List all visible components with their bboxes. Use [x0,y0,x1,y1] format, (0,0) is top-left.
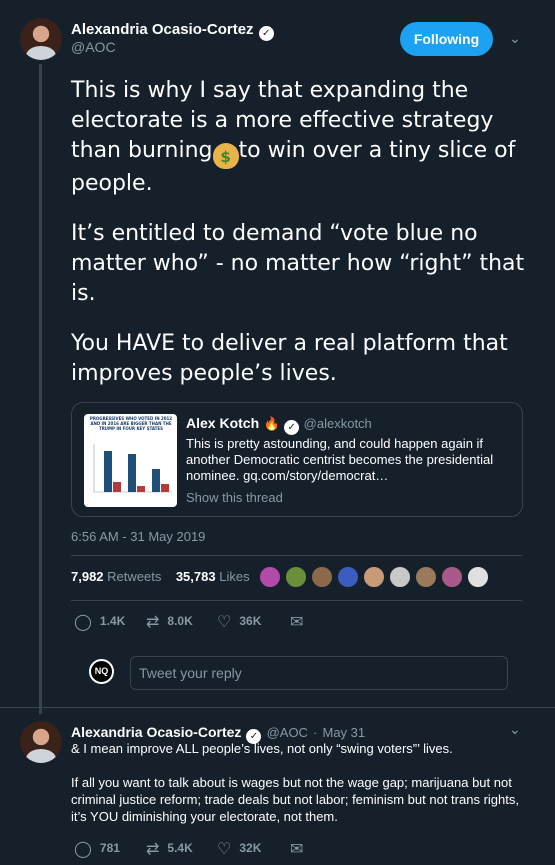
tweet-text: This is why I say that expanding the ele… [71,76,541,409]
retweets-count: 7,982 [71,569,104,584]
tweet-stats: 7,982 Retweets 35,783 Likes [71,569,250,584]
tweet-paragraph-1: This is why I say that expanding the ele… [71,76,541,199]
retweets-stat[interactable]: 7,982 Retweets [71,569,161,584]
tweet-paragraph-2: It’s entitled to demand “vote blue no ma… [71,221,532,306]
like-button[interactable]: ♡ 32K [217,839,261,859]
avatar[interactable] [20,18,62,60]
retweet-button[interactable]: ⇄ 8.0K [146,612,193,632]
verified-icon: ✓ [284,420,300,435]
envelope-icon: ✉ [290,841,304,858]
quoted-author-handle[interactable]: @alexkotch [304,416,372,431]
liker-avatar[interactable] [441,566,463,588]
reply-icon: ◯ [74,841,92,858]
reply-author-handle[interactable]: @AOC [267,725,308,740]
quoted-author-name[interactable]: Alex Kotch [186,415,259,431]
liker-avatar[interactable] [337,566,359,588]
thumbnail-chart [93,444,172,493]
liker-avatar[interactable] [467,566,489,588]
quoted-tweet-card[interactable]: PROGRESSIVES WHO VOTED IN 2012 AND IN 20… [71,402,523,517]
divider [0,707,555,708]
reply-button[interactable]: ◯ 1.4K [74,612,125,632]
quoted-tweet-text: This is pretty astounding, and could hap… [186,436,494,483]
message-button[interactable]: ✉ [290,839,311,859]
liker-avatar[interactable] [389,566,411,588]
avatar[interactable] [20,721,62,763]
fire-icon: 🔥 [263,417,280,432]
like-count: 32K [239,841,262,855]
thread-connector-line [39,64,42,714]
liker-avatar[interactable] [415,566,437,588]
message-button[interactable]: ✉ [290,612,311,632]
tweet-timestamp[interactable]: 6:56 AM - 31 May 2019 [71,529,205,544]
chevron-down-icon[interactable]: ⌄ [509,31,521,47]
user-avatar: NQ [89,659,114,684]
author-name[interactable]: Alexandria Ocasio-Cortez [71,21,254,38]
reply-button[interactable]: ◯ 781 [74,839,120,859]
separator: · [313,725,318,740]
quoted-tweet-header[interactable]: Alex Kotch 🔥 ✓ @alexkotch [186,415,372,435]
author-handle[interactable]: @AOC [71,39,116,55]
retweet-icon: ⇄ [146,841,160,858]
retweet-icon: ⇄ [146,614,160,631]
heart-icon: ♡ [217,614,232,631]
retweet-button[interactable]: ⇄ 5.4K [146,839,193,859]
heart-icon: ♡ [217,841,232,858]
reply-count: 1.4K [99,614,126,628]
reply-input[interactable] [130,656,508,690]
liker-avatar[interactable] [285,566,307,588]
retweet-count: 5.4K [167,841,193,855]
show-thread-link[interactable]: Show this thread [186,490,283,505]
retweet-count: 8.0K [167,614,193,628]
quoted-tweet-thumbnail[interactable]: PROGRESSIVES WHO VOTED IN 2012 AND IN 20… [84,414,177,507]
following-button[interactable]: Following [400,22,493,56]
reply-tweet-line-2: If all you want to talk about is wages b… [71,775,519,824]
liker-avatar[interactable] [259,566,281,588]
reply-count: 781 [99,841,120,855]
like-button[interactable]: ♡ 36K [217,612,261,632]
money-bag-icon: $ [212,143,239,169]
divider [71,600,522,601]
likes-stat[interactable]: 35,783 Likes [176,569,250,584]
likes-count: 35,783 [175,569,216,584]
reply-icon: ◯ [74,614,92,631]
retweets-label: Retweets [107,569,162,584]
divider [71,555,522,556]
reply-tweet-text: & I mean improve ALL people’s lives, not… [71,740,531,825]
chevron-down-icon[interactable]: ⌄ [509,722,521,738]
verified-icon: ✓ [258,26,274,41]
reply-tweet-line-1: & I mean improve ALL people’s lives, not… [71,741,453,756]
envelope-icon: ✉ [290,614,304,631]
tweet-paragraph-3: You HAVE to deliver a real platform that… [71,331,515,386]
reply-date[interactable]: May 31 [322,725,365,740]
tweet-author[interactable]: Alexandria Ocasio-Cortez ✓ [71,19,274,41]
reply-author-name[interactable]: Alexandria Ocasio-Cortez [71,724,241,740]
like-count: 36K [239,614,262,628]
likes-label: Likes [219,569,250,584]
liker-avatar[interactable] [363,566,385,588]
liker-avatar[interactable] [311,566,333,588]
